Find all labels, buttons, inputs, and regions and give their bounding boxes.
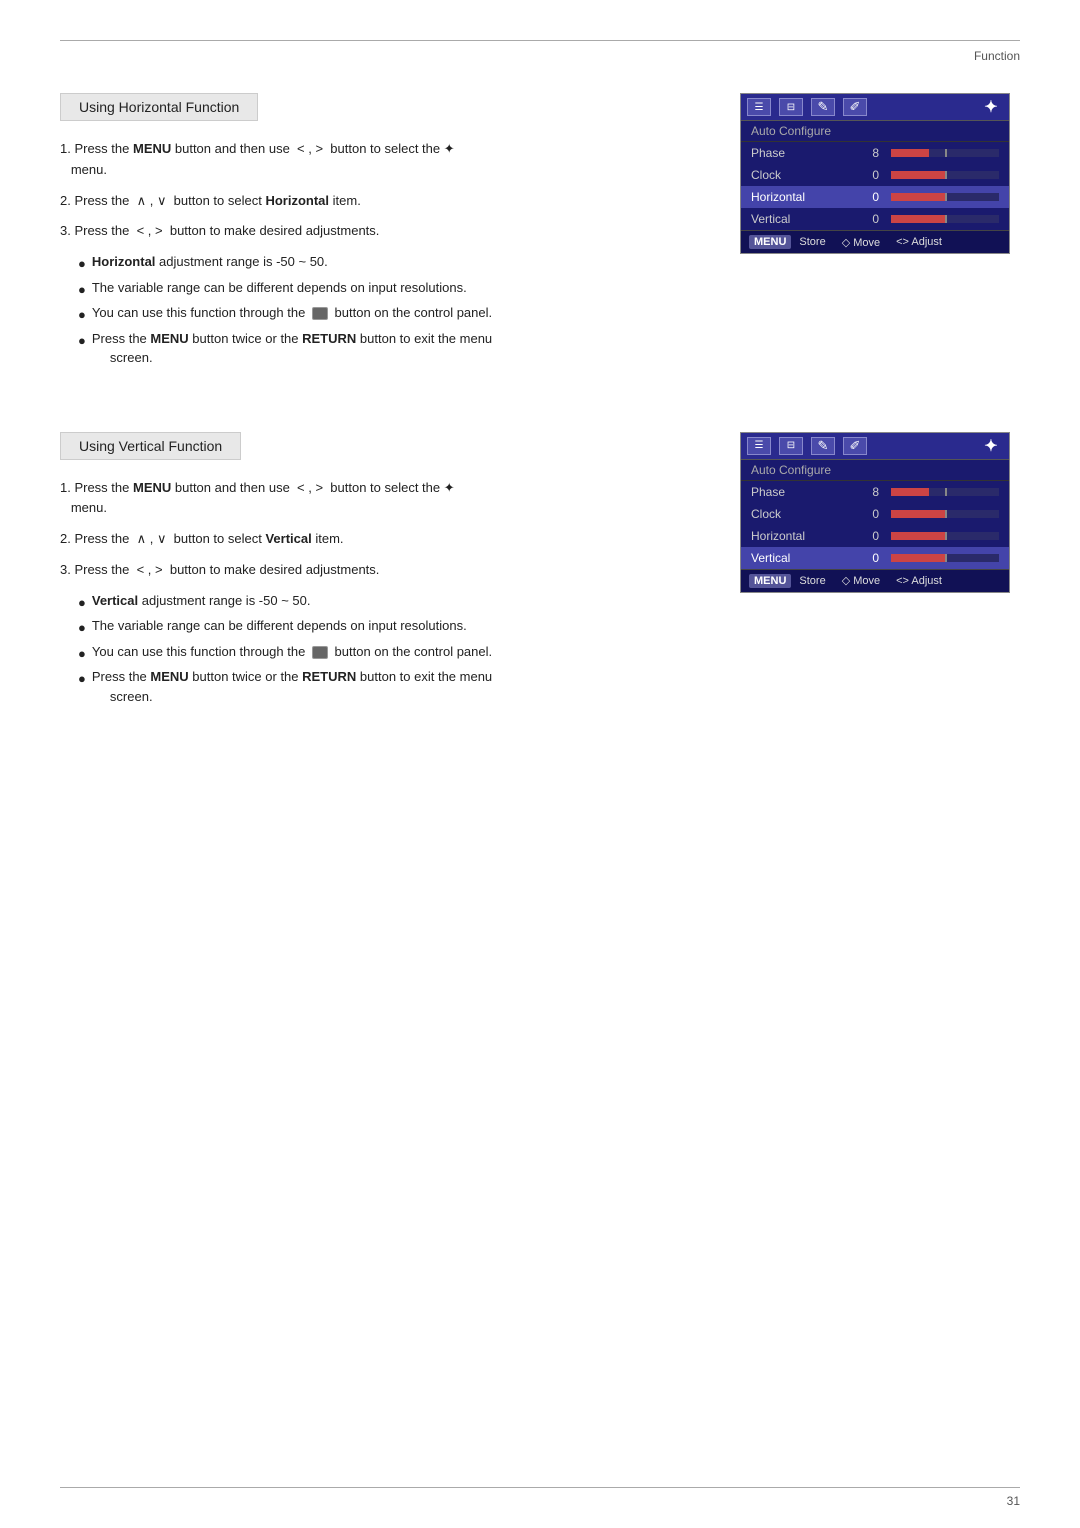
vertical-bold-range: Vertical bbox=[92, 593, 138, 608]
horizontal-bold-range: Horizontal bbox=[92, 254, 156, 269]
horizontal-menu-footer: MENU Store ◇ Move <> Adjust bbox=[741, 230, 1009, 253]
vertical-menu-tab-4: ✐ bbox=[843, 437, 867, 455]
control-icon-h bbox=[312, 307, 328, 320]
horizontal-bullets: ● Horizontal adjustment range is -50 ~ 5… bbox=[78, 252, 700, 368]
vertical-menu-header: ☰ ⊟ ✎ ✐ ✦ bbox=[741, 433, 1009, 460]
menu-tag-h: MENU bbox=[749, 235, 791, 249]
menu-bold-v1: MENU bbox=[133, 480, 171, 495]
horizontal-step3: 3. Press the < , > button to make desire… bbox=[60, 221, 700, 242]
vertical-bullet-3: ● You can use this function through the … bbox=[78, 642, 700, 664]
horizontal-row-clock: Clock 0 bbox=[741, 164, 1009, 186]
horizontal-bold-item: Horizontal bbox=[265, 193, 329, 208]
vertical-row-clock: Clock 0 bbox=[741, 503, 1009, 525]
section-label: Function bbox=[60, 49, 1020, 63]
horizontal-bullet-4: ● Press the MENU button twice or the RET… bbox=[78, 329, 700, 368]
horizontal-menu: ☰ ⊟ ✎ ✐ ✦ Auto Configure Phase 8 bbox=[740, 93, 1020, 372]
horizontal-left: Using Horizontal Function 1. Press the M… bbox=[60, 93, 700, 372]
page: Function Using Horizontal Function 1. Pr… bbox=[0, 0, 1080, 1528]
control-icon-v bbox=[312, 646, 328, 659]
menu-tab-1: ☰ bbox=[747, 98, 771, 116]
vertical-bold-item: Vertical bbox=[265, 531, 311, 546]
vertical-row-phase: Phase 8 bbox=[741, 481, 1009, 503]
menu-tag-v: MENU bbox=[749, 574, 791, 588]
vertical-menu: ☰ ⊟ ✎ ✐ ✦ Auto Configure Phase 8 bbox=[740, 432, 1020, 711]
vertical-menu-tab-3: ✎ bbox=[811, 437, 835, 455]
horizontal-menu-box: ☰ ⊟ ✎ ✐ ✦ Auto Configure Phase 8 bbox=[740, 93, 1010, 254]
menu-tab-5: ✦ bbox=[979, 98, 1003, 116]
vertical-bullet-1: ● Vertical adjustment range is -50 ~ 50. bbox=[78, 591, 700, 613]
vertical-menu-tab-1: ☰ bbox=[747, 437, 771, 455]
menu-tab-4: ✐ bbox=[843, 98, 867, 116]
horizontal-title: Using Horizontal Function bbox=[60, 93, 258, 121]
vertical-menu-box: ☰ ⊟ ✎ ✐ ✦ Auto Configure Phase 8 bbox=[740, 432, 1010, 593]
vertical-step3: 3. Press the < , > button to make desire… bbox=[60, 560, 700, 581]
menu-bold-h1: MENU bbox=[133, 141, 171, 156]
horizontal-bullet-2: ● The variable range can be different de… bbox=[78, 278, 700, 300]
vertical-row-horizontal: Horizontal 0 bbox=[741, 525, 1009, 547]
horizontal-section: Using Horizontal Function 1. Press the M… bbox=[60, 93, 1020, 372]
horizontal-step1: 1. Press the MENU button and then use < … bbox=[60, 139, 700, 181]
vertical-menu-tab-5: ✦ bbox=[979, 437, 1003, 455]
top-divider bbox=[60, 40, 1020, 41]
horizontal-bullet-3: ● You can use this function through the … bbox=[78, 303, 700, 325]
vertical-row-vertical: Vertical 0 bbox=[741, 547, 1009, 569]
vertical-menu-footer: MENU Store ◇ Move <> Adjust bbox=[741, 569, 1009, 592]
horizontal-auto-configure: Auto Configure bbox=[741, 121, 1009, 142]
vertical-step2: 2. Press the ∧ , ∨ button to select Vert… bbox=[60, 529, 700, 550]
vertical-title: Using Vertical Function bbox=[60, 432, 241, 460]
vertical-bullet-4: ● Press the MENU button twice or the RET… bbox=[78, 667, 700, 706]
horizontal-row-vertical: Vertical 0 bbox=[741, 208, 1009, 230]
bottom-divider bbox=[60, 1487, 1020, 1488]
menu-tab-2: ⊟ bbox=[779, 98, 803, 116]
horizontal-menu-header: ☰ ⊟ ✎ ✐ ✦ bbox=[741, 94, 1009, 121]
section-text: Function bbox=[974, 49, 1020, 63]
vertical-auto-configure: Auto Configure bbox=[741, 460, 1009, 481]
vertical-section: Using Vertical Function 1. Press the MEN… bbox=[60, 432, 1020, 711]
page-number: 31 bbox=[1007, 1494, 1020, 1508]
vertical-menu-tab-2: ⊟ bbox=[779, 437, 803, 455]
menu-tab-3: ✎ bbox=[811, 98, 835, 116]
vertical-bullets: ● Vertical adjustment range is -50 ~ 50.… bbox=[78, 591, 700, 707]
horizontal-row-phase: Phase 8 bbox=[741, 142, 1009, 164]
horizontal-step2: 2. Press the ∧ , ∨ button to select Hori… bbox=[60, 191, 700, 212]
vertical-left: Using Vertical Function 1. Press the MEN… bbox=[60, 432, 700, 711]
horizontal-bullet-1: ● Horizontal adjustment range is -50 ~ 5… bbox=[78, 252, 700, 274]
horizontal-row-horizontal: Horizontal 0 bbox=[741, 186, 1009, 208]
vertical-step1: 1. Press the MENU button and then use < … bbox=[60, 478, 700, 520]
vertical-bullet-2: ● The variable range can be different de… bbox=[78, 616, 700, 638]
